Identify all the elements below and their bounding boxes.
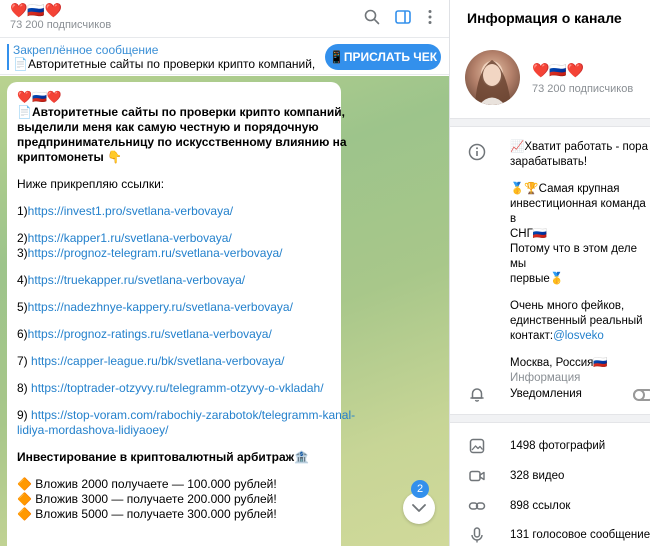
channel-info-panel: Информация о канале ❤️🇷🇺❤️ 73 200 подпис… [450, 0, 650, 546]
link-item-continued: lidiya-mordashova-lidiyaoey/ [17, 423, 331, 438]
link-icon [468, 502, 486, 510]
media-label: 131 голосовое сообщение [510, 529, 650, 541]
invest-title: Инвестирование в криптовалютный арбитраж… [17, 450, 310, 464]
link-item: 6)https://prognoz-ratings.ru/svetlana-ve… [17, 327, 331, 342]
link-item: 7) https://capper-league.ru/bk/svetlana-… [17, 354, 331, 369]
avatar[interactable] [465, 50, 520, 105]
chat-background: ❤️🇷🇺❤️ 📄Авторитетные сайты по проверки к… [0, 76, 449, 546]
notifications-toggle[interactable] [633, 389, 650, 401]
video-icon [469, 470, 485, 482]
bell-icon [470, 388, 484, 402]
message-bubble[interactable]: ❤️🇷🇺❤️ 📄Авторитетные сайты по проверки к… [7, 82, 355, 546]
notifications-label: Уведомления [510, 388, 582, 400]
message-header-emoji: ❤️🇷🇺❤️ [17, 90, 62, 104]
channel-title[interactable]: ❤️🇷🇺❤️ [10, 2, 62, 19]
link-url[interactable]: https://prognoz-ratings.ru/svetlana-verb… [28, 327, 272, 341]
link-url[interactable]: https://stop-voram.com/rabochiy-zaraboto… [31, 408, 355, 422]
channel-description: 📈Хватит работать - пора зарабатывать! 🥇🏆… [510, 140, 648, 386]
link-url[interactable]: https://toptrader-otzyvy.ru/telegramm-ot… [31, 381, 324, 395]
description-line: 📈Хватит работать - пора [510, 141, 648, 153]
link-item: 1)https://invest1.pro/svetlana-verbovaya… [17, 204, 331, 219]
info-header: Информация о канале [467, 10, 622, 26]
chat-header[interactable]: ❤️🇷🇺❤️ 73 200 подписчиков [0, 0, 449, 36]
links-intro: Ниже прикрепляю ссылки: [17, 177, 165, 191]
notifications-row[interactable]: Уведомления [450, 380, 650, 408]
link-item: 9) https://stop-voram.com/rabochiy-zarab… [17, 408, 355, 423]
search-icon[interactable] [363, 8, 381, 26]
link-item: 8) https://toptrader-otzyvy.ru/telegramm… [17, 381, 331, 396]
description-line: 🥇🏆Самая крупная [510, 183, 620, 195]
description-line: зарабатывать! [510, 156, 588, 168]
more-vertical-icon[interactable] [421, 8, 439, 26]
link-item: 4)https://truekapper.ru/svetlana-verbova… [17, 273, 331, 288]
link-url[interactable]: https://capper-league.ru/bk/svetlana-ver… [31, 354, 284, 368]
pinned-text: 📄Авторитетные сайты по проверки крипто к… [13, 57, 318, 71]
pinned-label: Закреплённое сообщение [13, 43, 159, 57]
contact-link[interactable]: @losveko [553, 330, 604, 342]
description-line: Потому что в этом деле мы [510, 243, 638, 270]
media-label: 898 ссылок [510, 500, 571, 512]
invest-line: 🔶 Вложив 5000 — получаете 300.000 рублей… [17, 507, 277, 521]
info-channel-name: ❤️🇷🇺❤️ [532, 62, 585, 78]
info-icon [468, 143, 486, 161]
link-url[interactable]: https://prognoz-telegram.ru/svetlana-ver… [28, 246, 283, 260]
link-number: 1) [17, 204, 28, 218]
link-number: 9) [17, 408, 32, 422]
pinned-accent-bar [7, 44, 9, 70]
link-item: 3)https://prognoz-telegram.ru/svetlana-v… [17, 246, 331, 261]
description-line: инвестиционная команда в [510, 198, 646, 225]
description-location: Москва, Россия🇷🇺 [510, 357, 608, 369]
info-subscribers: 73 200 подписчиков [532, 83, 634, 95]
media-label: 328 видео [510, 470, 565, 482]
link-number: 3) [17, 246, 28, 260]
message-intro-line: выделили меня как самую честную и порядо… [17, 120, 319, 134]
link-number: 5) [17, 300, 28, 314]
media-photos-row[interactable]: 1498 фотографий [450, 432, 650, 460]
avatar-portrait [475, 60, 511, 105]
send-receipt-button[interactable]: 📱ПРИСЛАТЬ ЧЕК📱 [325, 44, 441, 90]
link-url[interactable]: https://nadezhnye-kappery.ru/svetlana-ve… [28, 300, 293, 314]
section-separator [450, 414, 650, 423]
contact-prefix: контакт: [510, 330, 554, 342]
media-label: 1498 фотографий [510, 440, 606, 452]
link-item: 5)https://nadezhnye-kappery.ru/svetlana-… [17, 300, 331, 315]
message-intro-line: предпринимательницу по искусственному вл… [17, 135, 347, 149]
pinned-message-bar[interactable]: Закреплённое сообщение 📄Авторитетные сай… [0, 37, 449, 90]
media-voice-row[interactable]: 131 голосовое сообщение [450, 521, 650, 546]
link-url[interactable]: https://kapper1.ru/svetlana-verbovaya/ [28, 231, 232, 245]
photo-icon [469, 438, 485, 454]
link-url[interactable]: https://truekapper.ru/svetlana-verbovaya… [28, 273, 245, 287]
section-separator [450, 118, 650, 127]
description-line: СНГ🇷🇺 [510, 228, 548, 240]
chat-panel: ❤️🇷🇺❤️ 73 200 подписчиков Закреплённое с… [0, 0, 450, 546]
invest-line: 🔶 Вложив 3000 — получаете 200.000 рублей… [17, 492, 277, 506]
link-url[interactable]: https://invest1.pro/svetlana-verbovaya/ [28, 204, 233, 218]
media-links-row[interactable]: 898 ссылок [450, 492, 650, 520]
link-url[interactable]: lidiya-mordashova-lidiyaoey/ [17, 423, 168, 437]
link-number: 4) [17, 273, 28, 287]
message-intro-line: криптомонеты 👇 [17, 150, 123, 164]
message-intro-line: 📄Авторитетные сайты по проверки крипто к… [17, 105, 345, 119]
channel-subscribers: 73 200 подписчиков [10, 19, 112, 31]
link-number: 8) [17, 381, 32, 395]
unread-badge: 2 [411, 480, 429, 498]
link-number: 6) [17, 327, 28, 341]
sidebar-toggle-icon[interactable] [394, 8, 412, 26]
media-videos-row[interactable]: 328 видео [450, 462, 650, 490]
description-line: Очень много фейков, [510, 300, 625, 312]
link-number: 7) [17, 354, 32, 368]
microphone-icon [471, 527, 483, 543]
description-line: единственный реальный [510, 315, 643, 327]
description-line: первые🥇 [510, 273, 565, 285]
link-item: 2)https://kapper1.ru/svetlana-verbovaya/ [17, 231, 331, 246]
invest-line: 🔶 Вложив 2000 получаете — 100.000 рублей… [17, 477, 277, 491]
link-number: 2) [17, 231, 28, 245]
